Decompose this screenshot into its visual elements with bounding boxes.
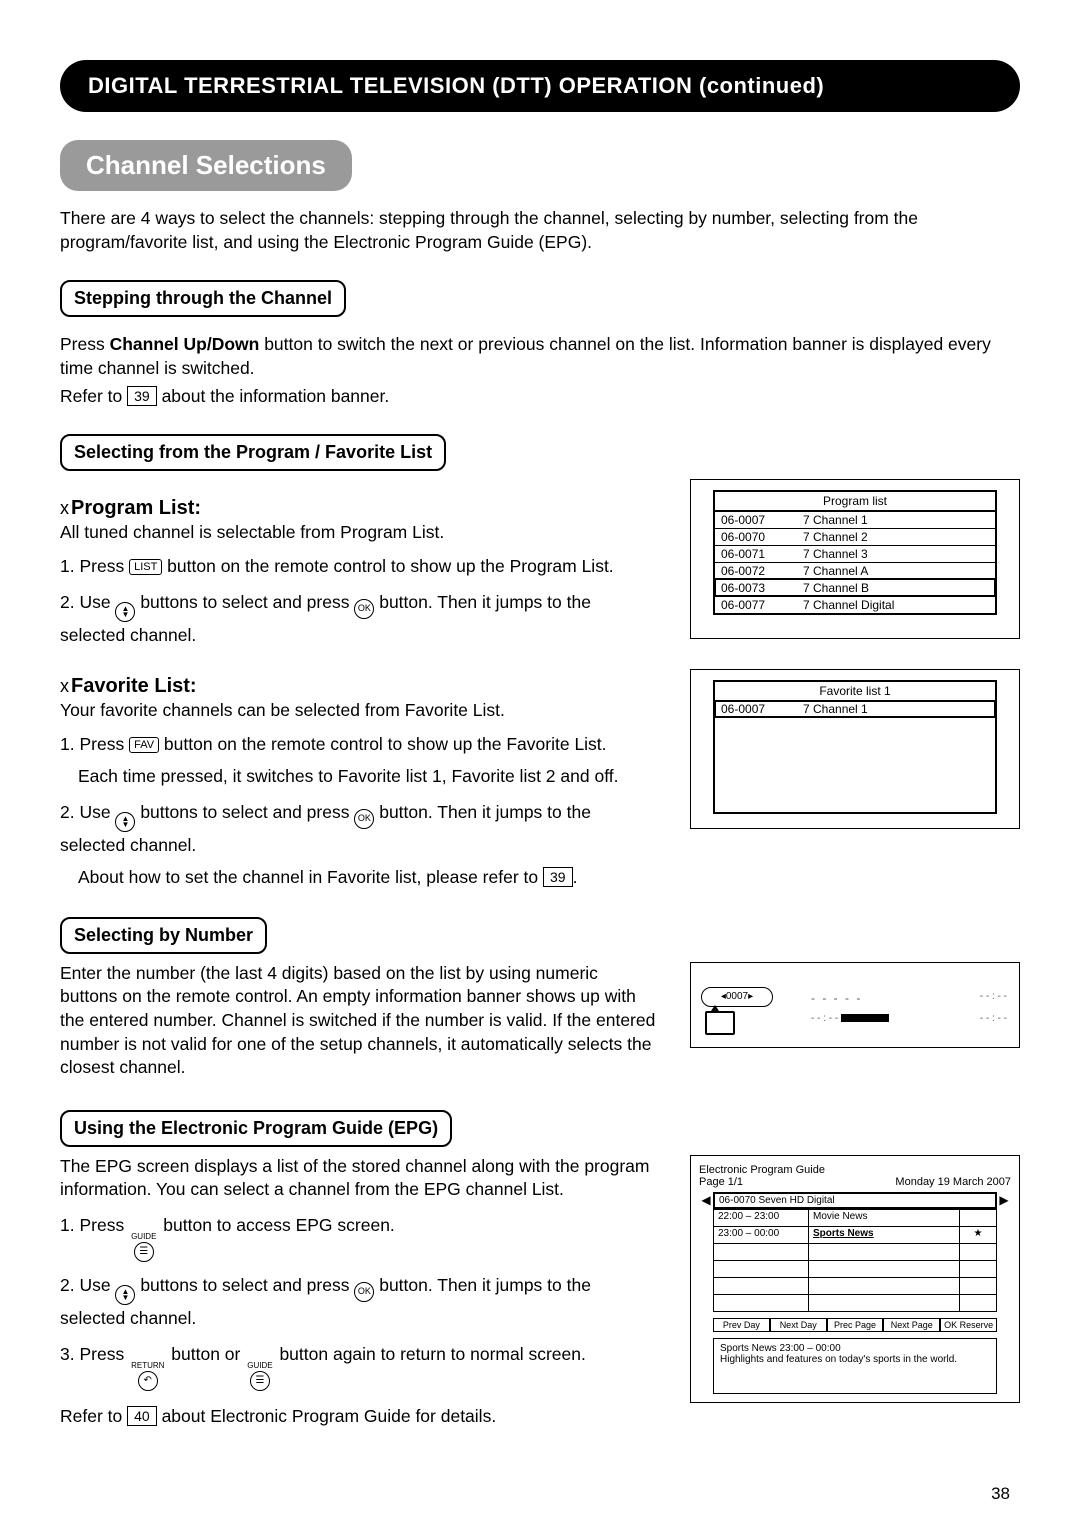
bynumber-heading: Selecting by Number: [60, 917, 267, 954]
page-title-bar: DIGITAL TERRESTRIAL TELEVISION (DTT) OPE…: [60, 60, 1020, 112]
bynumber-text: Enter the number (the last 4 digits) bas…: [60, 962, 660, 1080]
figure-epg: Electronic Program Guide Page 1/1 Monday…: [690, 1155, 1020, 1403]
figure-program-list: Program list 06-00077 Channel 106-00707 …: [690, 479, 1020, 639]
updown-icon: ▲▼: [115, 812, 135, 832]
figure-info-banner: ◂ 0007 ▸ - - - - - - - : - - - - : - - -…: [690, 962, 1020, 1048]
program-list-intro: All tuned channel is selectable from Pro…: [60, 522, 660, 543]
updown-icon: ▲▼: [115, 602, 135, 622]
favorite-list-head: xFavorite List:: [60, 675, 660, 698]
intro-text: There are 4 ways to select the channels:…: [60, 207, 1000, 254]
stepping-p2: Refer to 39 about the information banner…: [60, 385, 1000, 409]
list-button-icon: LIST: [129, 559, 162, 575]
epg-step-1: 1. Press GUIDE☰ button to access EPG scr…: [60, 1212, 660, 1262]
table-row: 06-00707 Channel 2: [715, 528, 995, 545]
epg-step-2: 2. Use ▲▼ buttons to select and press OK…: [60, 1272, 660, 1331]
fav-button-icon: FAV: [129, 737, 159, 753]
table-row: 23:00 – 00:00Sports News★: [714, 1226, 996, 1243]
guide-button-icon: GUIDE☰: [131, 1232, 156, 1262]
banner-channel-number: ◂ 0007 ▸: [701, 987, 773, 1007]
guide-button-icon: GUIDE☰: [247, 1361, 272, 1391]
favorite-step-2: 2. Use ▲▼ buttons to select and press OK…: [60, 799, 660, 891]
page-title: DIGITAL TERRESTRIAL TELEVISION (DTT) OPE…: [88, 73, 824, 99]
favorite-list-intro: Your favorite channels can be selected f…: [60, 700, 660, 721]
arrow-right-icon: ▶: [997, 1193, 1011, 1207]
table-row: 06-00077 Channel 1: [715, 701, 995, 717]
arrow-left-icon: ◀: [699, 1193, 713, 1207]
updown-icon: ▲▼: [115, 1285, 135, 1305]
stepping-p1: Press Channel Up/Down button to switch t…: [60, 333, 1000, 380]
page-ref-40: 40: [127, 1406, 157, 1426]
program-list-head: xProgram List:: [60, 497, 660, 520]
ok-icon: OK: [354, 599, 374, 619]
favorite-step-1: 1. Press FAV button on the remote contro…: [60, 731, 660, 790]
section-heading: Channel Selections: [60, 140, 352, 191]
program-step-2: 2. Use ▲▼ buttons to select and press OK…: [60, 589, 660, 648]
table-row: 06-00727 Channel A: [715, 562, 995, 579]
table-row: 22:00 – 23:00Movie News: [714, 1210, 996, 1226]
page-ref-39b: 39: [543, 867, 573, 887]
program-step-1: 1. Press LIST button on the remote contr…: [60, 553, 660, 579]
epg-softkey: Prec Page: [827, 1318, 884, 1332]
stepping-heading: Stepping through the Channel: [60, 280, 346, 317]
epg-description: Sports News 23:00 – 00:00 Highlights and…: [713, 1338, 997, 1394]
return-button-icon: RETURN↶: [131, 1361, 164, 1391]
table-row: 06-00077 Channel 1: [715, 511, 995, 528]
tv-icon: [705, 1011, 735, 1035]
page-number: 38: [991, 1484, 1010, 1504]
epg-intro: The EPG screen displays a list of the st…: [60, 1155, 660, 1202]
epg-softkey: Next Page: [883, 1318, 940, 1332]
epg-softkey: Prev Day: [713, 1318, 770, 1332]
epg-heading: Using the Electronic Program Guide (EPG): [60, 1110, 452, 1147]
ok-icon: OK: [354, 809, 374, 829]
epg-softkey: Next Day: [770, 1318, 827, 1332]
figure-favorite-list: Favorite list 1 06-00077 Channel 1: [690, 669, 1020, 829]
epg-softkey: OK Reserve: [940, 1318, 997, 1332]
table-row: 06-00717 Channel 3: [715, 545, 995, 562]
ok-icon: OK: [354, 1282, 374, 1302]
table-row: 06-00777 Channel Digital: [715, 596, 995, 613]
page-ref-39a: 39: [127, 386, 157, 406]
epg-ref: Refer to 40 about Electronic Program Gui…: [60, 1405, 660, 1429]
epg-step-3: 3. Press RETURN↶ button or GUIDE☰ button…: [60, 1341, 660, 1391]
selectlist-heading: Selecting from the Program / Favorite Li…: [60, 434, 446, 471]
table-row: 06-00737 Channel B: [715, 579, 995, 596]
